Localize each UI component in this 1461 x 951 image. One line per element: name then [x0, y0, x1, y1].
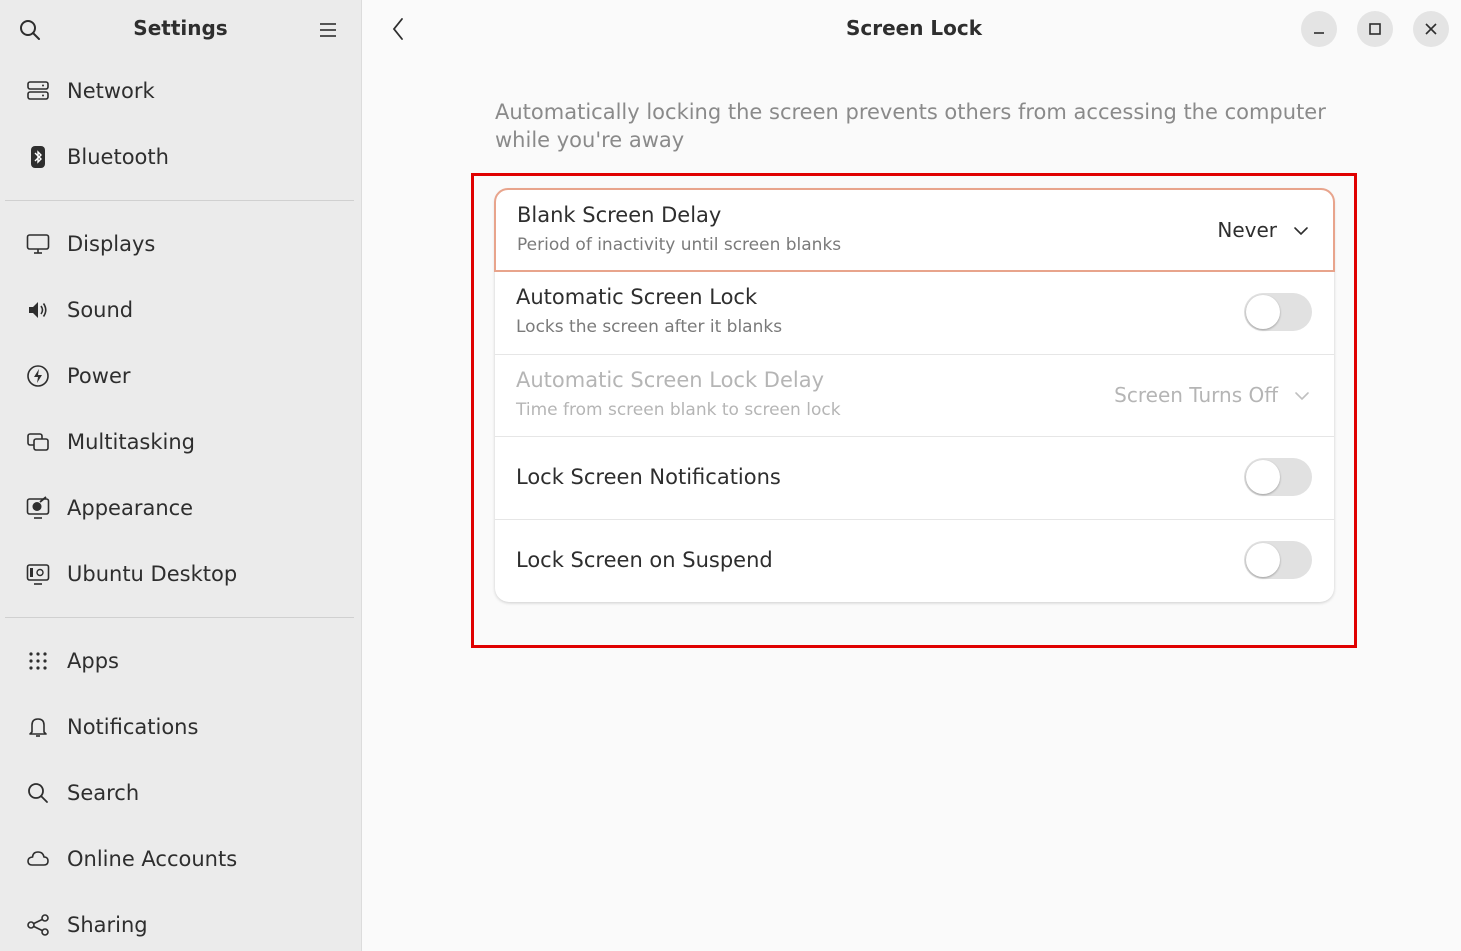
- chevron-down-icon: [1291, 221, 1311, 241]
- sidebar-item-search[interactable]: Search: [0, 760, 361, 826]
- sidebar-item-multitasking[interactable]: Multitasking: [0, 409, 361, 475]
- main-menu-button[interactable]: [312, 14, 344, 46]
- sidebar-item-network[interactable]: Network: [0, 58, 361, 124]
- nav-group-system: Apps Notifications Search Online Account…: [0, 628, 361, 951]
- sidebar-item-ubuntu-desktop[interactable]: Ubuntu Desktop: [0, 541, 361, 607]
- sidebar-item-power[interactable]: Power: [0, 343, 361, 409]
- main-panel: Screen Lock Automatically locking the sc…: [363, 0, 1461, 951]
- speaker-icon: [25, 297, 51, 323]
- sidebar-header: Settings: [0, 0, 361, 58]
- lock-screen-notifications-row[interactable]: Lock Screen Notifications: [495, 437, 1334, 520]
- automatic-screen-lock-delay-value: Screen Turns Off: [1114, 382, 1278, 407]
- close-button[interactable]: [1413, 11, 1449, 47]
- row-subtitle: Time from screen blank to screen lock: [516, 399, 841, 420]
- sidebar-item-label: Online Accounts: [67, 847, 238, 871]
- network-icon: [25, 78, 51, 104]
- toggle-knob: [1246, 542, 1280, 577]
- sidebar-item-sound[interactable]: Sound: [0, 277, 361, 343]
- bell-icon: [25, 714, 51, 740]
- automatic-screen-lock-toggle[interactable]: [1244, 293, 1312, 331]
- row-subtitle: Period of inactivity until screen blanks: [517, 235, 842, 255]
- lock-screen-notifications-toggle[interactable]: [1244, 458, 1312, 496]
- lock-screen-on-suspend-toggle[interactable]: [1244, 540, 1312, 579]
- toggle-knob: [1246, 460, 1280, 494]
- bluetooth-icon: [25, 144, 51, 170]
- automatic-screen-lock-row[interactable]: Automatic Screen Lock Locks the screen a…: [495, 272, 1334, 355]
- sidebar-item-label: Network: [67, 79, 155, 103]
- screen-lock-settings-list: Blank Screen Delay Period of inactivity …: [494, 188, 1335, 603]
- multitasking-icon: [25, 429, 51, 455]
- header-bar: Screen Lock: [363, 0, 1461, 58]
- sidebar-separator: [5, 617, 354, 618]
- appearance-icon: [25, 495, 51, 521]
- sidebar-item-bluetooth[interactable]: Bluetooth: [0, 124, 361, 190]
- sidebar-item-displays[interactable]: Displays: [0, 211, 361, 277]
- nav-group-device: Displays Sound Power Multitasking Appear…: [0, 211, 361, 607]
- minimize-button[interactable]: [1301, 11, 1337, 47]
- sidebar-item-apps[interactable]: Apps: [0, 628, 361, 694]
- row-subtitle: Locks the screen after it blanks: [516, 317, 783, 337]
- sidebar-item-label: Sharing: [67, 913, 148, 937]
- chevron-down-icon: [1292, 386, 1312, 406]
- sidebar-item-sharing[interactable]: Sharing: [0, 892, 361, 951]
- lock-screen-on-suspend-row[interactable]: Lock Screen on Suspend: [495, 520, 1334, 603]
- hamburger-menu-icon: [320, 23, 336, 37]
- sidebar-item-label: Ubuntu Desktop: [67, 562, 238, 586]
- page-title: Screen Lock: [845, 16, 983, 40]
- page-description: Automatically locking the screen prevent…: [495, 100, 1326, 152]
- blank-screen-delay-value[interactable]: Never: [1217, 218, 1277, 242]
- sidebar-item-label: Multitasking: [67, 430, 196, 454]
- sidebar-item-label: Apps: [67, 649, 119, 673]
- row-title: Lock Screen on Suspend: [516, 547, 773, 572]
- minimize-icon: [1314, 32, 1324, 34]
- apps-grid-icon: [25, 648, 51, 674]
- row-title: Lock Screen Notifications: [516, 465, 781, 489]
- maximize-icon: [1369, 23, 1381, 35]
- sidebar-item-label: Bluetooth: [67, 145, 169, 169]
- nav-group-connectivity: Network Bluetooth: [0, 58, 361, 190]
- maximize-button[interactable]: [1357, 11, 1393, 47]
- display-icon: [25, 231, 51, 257]
- row-title: Automatic Screen Lock Delay: [516, 367, 825, 392]
- share-icon: [25, 912, 51, 938]
- sidebar-item-label: Power: [67, 364, 131, 388]
- blank-screen-delay-row[interactable]: Blank Screen Delay Period of inactivity …: [494, 188, 1335, 272]
- close-icon: [1425, 23, 1437, 35]
- sidebar-item-notifications[interactable]: Notifications: [0, 694, 361, 760]
- sidebar-title: Settings: [133, 16, 228, 40]
- sidebar-item-label: Displays: [67, 232, 156, 256]
- sidebar-item-label: Sound: [67, 298, 134, 322]
- sidebar: Settings Network Bluetooth Displays Soun…: [0, 0, 362, 951]
- sidebar-separator: [5, 200, 354, 201]
- automatic-screen-lock-delay-row: Automatic Screen Lock Delay Time from sc…: [495, 355, 1334, 437]
- sidebar-item-online-accounts[interactable]: Online Accounts: [0, 826, 361, 892]
- ubuntu-desktop-icon: [25, 561, 51, 587]
- power-icon: [25, 363, 51, 389]
- sidebar-item-appearance[interactable]: Appearance: [0, 475, 361, 541]
- search-icon: [25, 780, 51, 806]
- toggle-knob: [1246, 295, 1280, 329]
- sidebar-item-label: Search: [67, 781, 140, 805]
- row-title: Blank Screen Delay: [517, 203, 722, 227]
- row-title: Automatic Screen Lock: [516, 285, 758, 309]
- cloud-icon: [25, 846, 51, 872]
- sidebar-item-label: Notifications: [67, 715, 199, 739]
- sidebar-item-label: Appearance: [67, 496, 194, 520]
